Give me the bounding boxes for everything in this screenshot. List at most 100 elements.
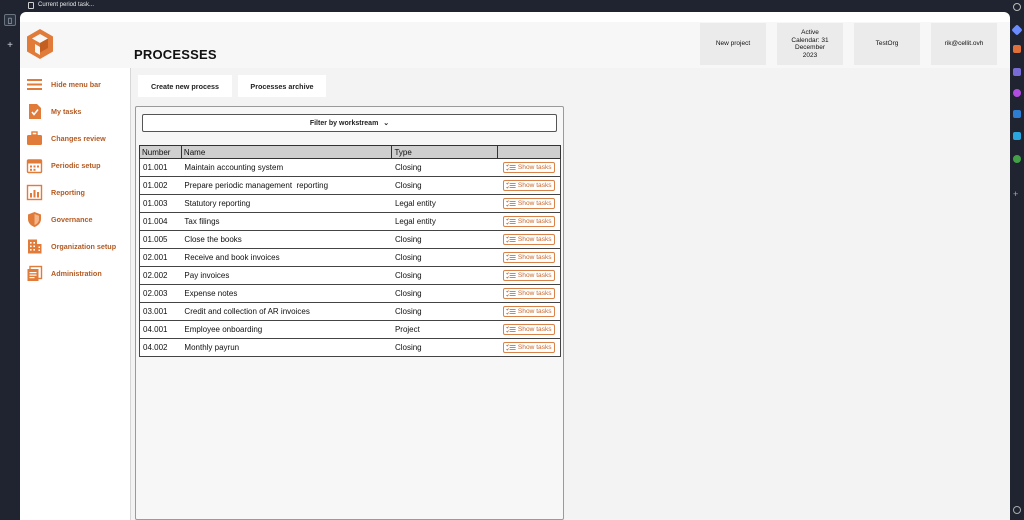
gear-icon[interactable]	[1013, 506, 1021, 514]
browser-tab-title: Current period task...	[38, 2, 95, 8]
table-row: 01.004 Tax filings Legal entity Show tasks	[139, 212, 561, 231]
processes-archive-button[interactable]: Processes archive	[238, 75, 326, 97]
sidebar-item-label: Hide menu bar	[51, 79, 101, 89]
show-tasks-button[interactable]: Show tasks	[502, 162, 555, 173]
sidebar-item-periodic-setup[interactable]: Periodic setup	[26, 155, 101, 175]
sidebar-item-hide-menu[interactable]: Hide menu bar	[26, 74, 101, 94]
cell-action: Show tasks	[497, 302, 561, 321]
user-account-button[interactable]: rik@cellit.ovh	[931, 23, 997, 65]
checklist-icon	[506, 344, 516, 351]
cell-type: Closing	[391, 266, 498, 285]
briefcase-icon	[27, 130, 42, 145]
cell-number: 04.002	[139, 338, 182, 357]
show-tasks-label: Show tasks	[517, 326, 552, 333]
table-row: 04.002 Monthly payrun Closing Show tasks	[139, 338, 561, 357]
bar-chart-icon	[26, 184, 43, 200]
sidebar-item-my-tasks[interactable]: My tasks	[26, 101, 81, 121]
show-tasks-button[interactable]: Show tasks	[502, 234, 555, 245]
extension-icon[interactable]	[1013, 155, 1021, 163]
show-tasks-button[interactable]: Show tasks	[502, 288, 555, 299]
cell-name: Receive and book invoices	[181, 248, 392, 267]
table-header-row: Number Name Type	[139, 145, 561, 159]
search-icon[interactable]	[1013, 3, 1021, 11]
table-row: 04.001 Employee onboarding Project Show tas…	[139, 320, 561, 339]
column-header-type: Type	[391, 145, 498, 159]
show-tasks-button[interactable]: Show tasks	[502, 324, 555, 335]
cell-type: Closing	[391, 338, 498, 357]
cell-name: Employee onboarding	[181, 320, 392, 339]
cell-action: Show tasks	[497, 230, 561, 249]
cell-number: 01.005	[139, 230, 182, 249]
browser-extensions-rail: +	[1010, 0, 1024, 520]
extension-icon[interactable]	[1013, 45, 1021, 53]
filter-by-workstream-dropdown[interactable]: Filter by workstream ⌄	[142, 114, 557, 132]
show-tasks-button[interactable]: Show tasks	[502, 342, 555, 353]
sidebar-item-governance[interactable]: Governance	[26, 209, 93, 229]
active-calendar-button[interactable]: Active Calendar: 31 December 2023	[777, 23, 843, 65]
sidebar-item-reporting[interactable]: Reporting	[26, 182, 85, 202]
documents-icon	[27, 265, 43, 281]
show-tasks-label: Show tasks	[517, 254, 552, 261]
cell-action: Show tasks	[497, 158, 561, 177]
cell-number: 02.001	[139, 248, 182, 267]
checklist-icon	[506, 326, 516, 333]
page-icon[interactable]: ▯	[4, 14, 16, 26]
cell-type: Closing	[391, 230, 498, 249]
sidebar-item-administration[interactable]: Administration	[26, 263, 102, 283]
browser-side-rail: ▯ +	[0, 12, 20, 520]
show-tasks-button[interactable]: Show tasks	[502, 252, 555, 263]
table-row: 03.001 Credit and collection of AR invoic…	[139, 302, 561, 321]
extension-icon[interactable]	[1011, 24, 1023, 36]
organization-button[interactable]: TestOrg	[854, 23, 920, 65]
table-row: 02.003 Expense notes Closing Show tasks	[139, 284, 561, 303]
show-tasks-label: Show tasks	[517, 236, 552, 243]
extension-icon[interactable]	[1013, 68, 1021, 76]
processes-table: Number Name Type 01.001 Maintain accounti…	[139, 145, 561, 357]
cell-type: Legal entity	[391, 194, 498, 213]
sidebar-item-label: My tasks	[51, 106, 82, 116]
checklist-icon	[506, 164, 516, 171]
sidebar-item-label: Governance	[51, 214, 93, 224]
cell-name: Tax filings	[181, 212, 392, 231]
sidebar-item-label: Reporting	[51, 187, 85, 197]
sidebar-item-label: Administration	[51, 268, 102, 278]
create-new-process-button[interactable]: Create new process	[138, 75, 232, 97]
show-tasks-button[interactable]: Show tasks	[502, 306, 555, 317]
checklist-icon	[506, 272, 516, 279]
plus-icon[interactable]: +	[1013, 190, 1021, 199]
show-tasks-button[interactable]: Show tasks	[502, 180, 555, 191]
cell-number: 02.002	[139, 266, 182, 285]
extension-icon[interactable]	[1013, 132, 1021, 140]
new-project-button[interactable]: New project	[700, 23, 766, 65]
app-window: PROCESSES New project Active Calendar: 3…	[20, 12, 1010, 520]
sidebar-item-changes-review[interactable]: Changes review	[26, 128, 106, 148]
filter-label: Filter by workstream	[309, 119, 379, 127]
show-tasks-button[interactable]: Show tasks	[502, 270, 555, 281]
cell-type: Closing	[391, 158, 498, 177]
table-row: 02.002 Pay invoices Closing Show tasks	[139, 266, 561, 285]
sidebar-item-label: Changes review	[51, 133, 106, 143]
cell-action: Show tasks	[497, 176, 561, 195]
sidebar-item-label: Periodic setup	[51, 160, 101, 170]
processes-panel: Filter by workstream ⌄ Number Name Type …	[135, 106, 564, 520]
plus-icon[interactable]: +	[4, 40, 16, 52]
cell-name: Pay invoices	[181, 266, 392, 285]
show-tasks-label: Show tasks	[517, 182, 552, 189]
calendar-icon	[26, 158, 43, 173]
browser-tab[interactable]: Current period task...	[28, 0, 94, 10]
show-tasks-label: Show tasks	[517, 344, 552, 351]
extension-icon[interactable]	[1013, 110, 1021, 118]
cell-type: Closing	[391, 176, 498, 195]
show-tasks-label: Show tasks	[517, 308, 552, 315]
building-icon	[28, 239, 42, 253]
cell-number: 01.003	[139, 194, 182, 213]
shield-icon	[28, 211, 41, 227]
show-tasks-button[interactable]: Show tasks	[502, 198, 555, 209]
sidebar-item-organization-setup[interactable]: Organization setup	[26, 236, 116, 256]
show-tasks-label: Show tasks	[517, 164, 552, 171]
show-tasks-button[interactable]: Show tasks	[502, 216, 555, 227]
column-header-actions	[497, 145, 561, 159]
table-row: 01.002 Prepare periodic management report…	[139, 176, 561, 195]
checklist-icon	[506, 290, 516, 297]
extension-icon[interactable]	[1013, 89, 1021, 97]
